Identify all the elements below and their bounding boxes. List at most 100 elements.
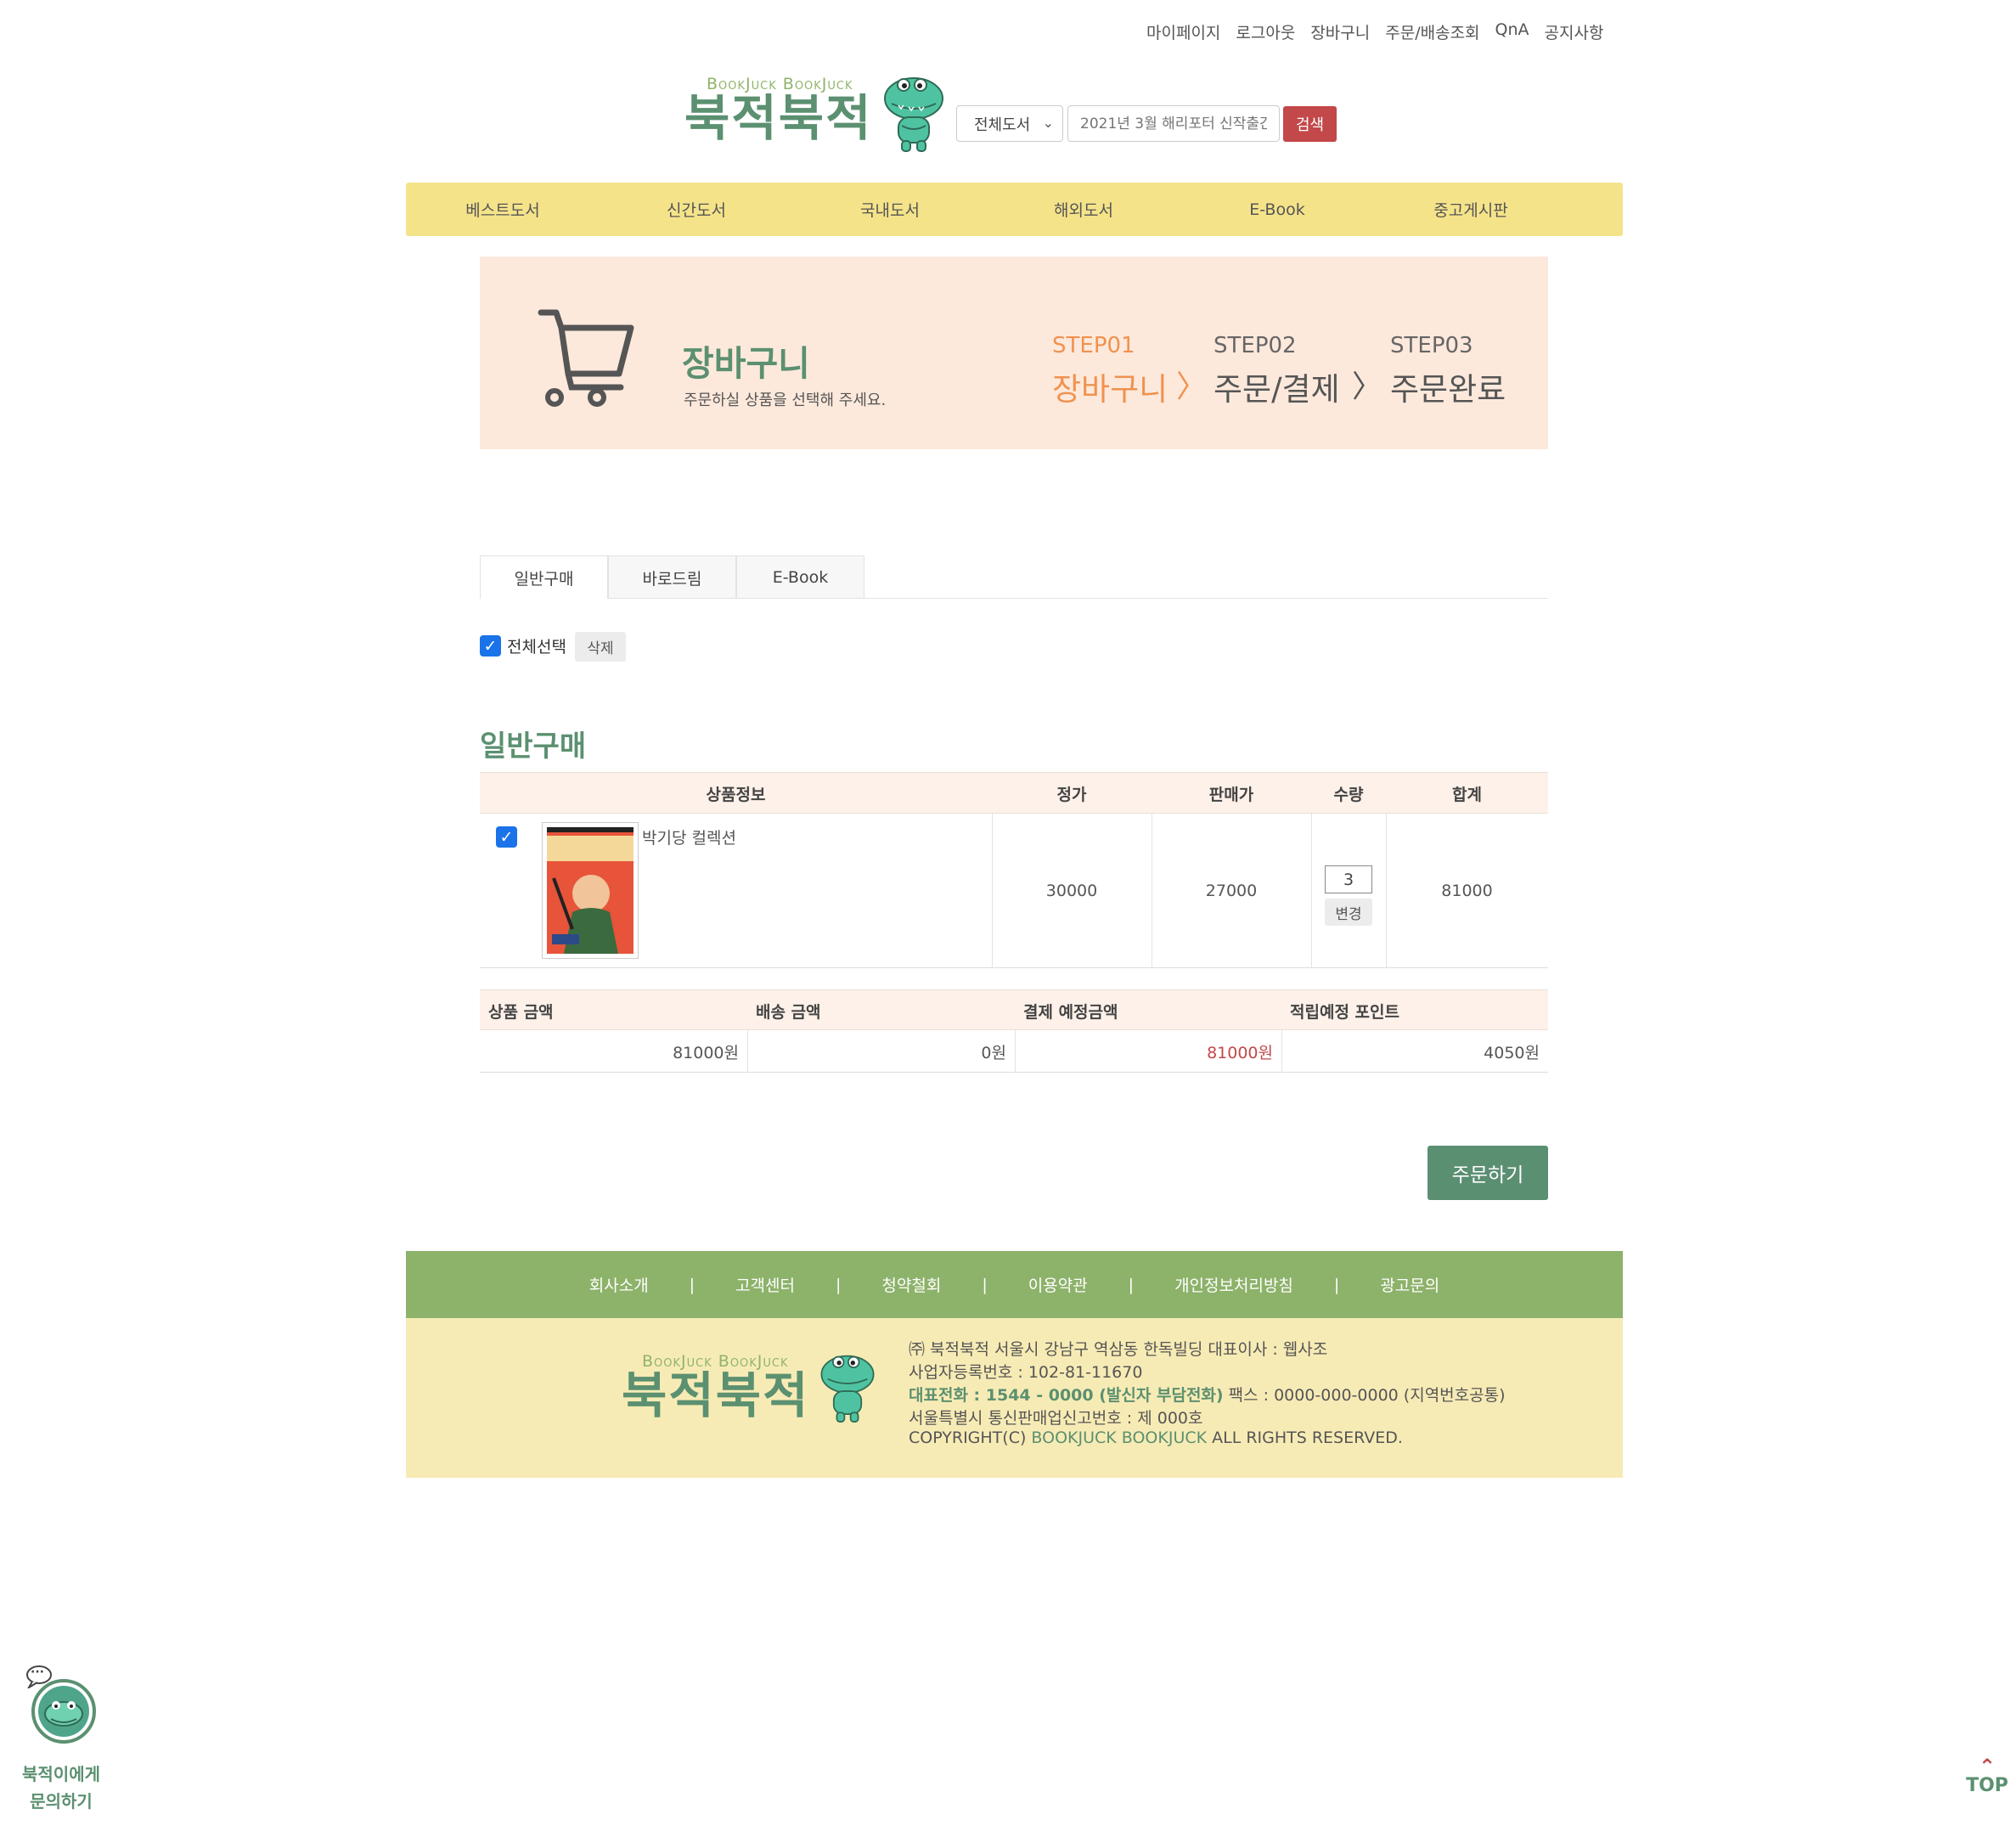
delete-button[interactable]: 삭제 xyxy=(575,632,626,662)
footer-links: 회사소개 | 고객센터 | 청약철회 | 이용약관 | 개인정보처리방침 | 광… xyxy=(406,1251,1623,1318)
footer-fax: 팩스 : 0000-000-0000 (지역번호공통) xyxy=(1223,1386,1506,1405)
book-cover-art xyxy=(547,827,634,954)
copyright-brand: BOOKJUCK BOOKJUCK xyxy=(1031,1428,1208,1447)
nav-used-board[interactable]: 중고게시판 xyxy=(1374,198,1568,221)
tab-general[interactable]: 일반구매 xyxy=(480,555,608,599)
scroll-top-button[interactable]: ⌃ TOP xyxy=(1962,1755,2013,1796)
page-subtitle: 주문하실 상품을 선택해 주세요. xyxy=(684,392,887,409)
logo-title: 북적북적 xyxy=(684,89,873,147)
link-logout[interactable]: 로그아웃 xyxy=(1236,20,1295,43)
footer-info: BookJuck BookJuck 북적북적 ㈜ 북적북적 서울시 강남구 역삼… xyxy=(406,1318,1623,1478)
step-2-number: STEP02 xyxy=(1214,333,1297,358)
footer-separator: | xyxy=(982,1275,988,1294)
link-order-tracking[interactable]: 주문/배송조회 xyxy=(1385,20,1479,43)
select-all-label: 전체선택 xyxy=(507,638,566,656)
item-title[interactable]: 박기당 컬렉션 xyxy=(642,826,736,848)
summary-product-amount: 81000원 xyxy=(673,1043,739,1062)
footer-link-terms[interactable]: 이용약관 xyxy=(1028,1273,1088,1296)
summary-header-shipping: 배송 금액 xyxy=(756,1002,821,1022)
tab-baro-dream[interactable]: 바로드림 xyxy=(608,555,736,599)
step-banner: 장바구니 주문하실 상품을 선택해 주세요. STEP01 장바구니 〉 STE… xyxy=(480,256,1548,449)
footer-contact: 대표전화 : 1544 - 0000 (발신자 부담전화) 팩스 : 0000-… xyxy=(909,1383,1506,1406)
tab-ebook[interactable]: E-Book xyxy=(736,555,864,599)
footer-link-privacy[interactable]: 개인정보처리방침 xyxy=(1174,1273,1293,1296)
step-1-name: 장바구니 xyxy=(1052,371,1168,408)
link-notice[interactable]: 공지사항 xyxy=(1545,20,1604,43)
nav-best[interactable]: 베스트도서 xyxy=(406,198,600,221)
step-arrow-1: 〉 xyxy=(1176,369,1208,404)
step-3-number: STEP03 xyxy=(1390,333,1473,358)
footer-link-support[interactable]: 고객센터 xyxy=(735,1273,795,1296)
footer-separator: | xyxy=(1128,1275,1135,1294)
crocodile-mascot-icon xyxy=(820,1355,875,1423)
nav-ebook[interactable]: E-Book xyxy=(1180,200,1374,219)
search-category-select[interactable]: 전체도서 ⌄ xyxy=(956,105,1063,142)
footer-mail-order: 서울특별시 통신판매업신고번호 : 제 000호 xyxy=(909,1409,1203,1428)
purchase-tabs: 일반구매 바로드림 E-Book xyxy=(480,555,864,599)
scroll-top-label: TOP xyxy=(1966,1775,2008,1796)
step-3: STEP03 주문완료 xyxy=(1390,333,1506,409)
footer-link-ads[interactable]: 광고문의 xyxy=(1380,1273,1439,1296)
page-title: 장바구니 xyxy=(682,343,810,384)
footer-link-withdrawal[interactable]: 청약철회 xyxy=(881,1273,941,1296)
footer-phone: 대표전화 : 1544 - 0000 (발신자 부담전화) xyxy=(909,1386,1224,1405)
summary-row: 81000원 0원 81000원 4050원 xyxy=(480,1030,1548,1073)
chat-widget[interactable]: ··· xyxy=(25,1665,102,1750)
section-title: 일반구매 xyxy=(480,730,587,764)
chat-label-line2: 문의하기 xyxy=(30,1791,93,1812)
footer-separator: | xyxy=(836,1275,842,1294)
copyright-prefix: COPYRIGHT(C) xyxy=(909,1428,1032,1447)
header-quantity: 수량 xyxy=(1333,786,1364,804)
cart-icon xyxy=(538,309,634,407)
quantity-change-button[interactable]: 변경 xyxy=(1325,899,1372,926)
link-qna[interactable]: QnA xyxy=(1495,20,1529,43)
chevron-up-icon: ⌃ xyxy=(1978,1755,1996,1778)
quantity-input[interactable]: 3 xyxy=(1325,865,1372,893)
summary-payment-amount: 81000원 xyxy=(1207,1043,1273,1062)
book-cover-image[interactable] xyxy=(542,822,639,959)
header-sale-price: 판매가 xyxy=(1208,786,1254,804)
step-1: STEP01 장바구니 xyxy=(1052,333,1168,409)
column-divider xyxy=(1311,814,1312,968)
copyright-suffix: ALL RIGHTS RESERVED. xyxy=(1207,1428,1403,1447)
step-3-name: 주문완료 xyxy=(1390,371,1506,408)
summary-shipping-amount: 0원 xyxy=(981,1043,1006,1062)
summary-header: 상품 금액 배송 금액 결제 예정금액 적립예정 포인트 xyxy=(480,989,1548,1030)
item-checkbox[interactable]: ✓ xyxy=(496,826,517,848)
header-total: 합계 xyxy=(1452,786,1482,804)
main-nav: 베스트도서 신간도서 국내도서 해외도서 E-Book 중고게시판 xyxy=(406,183,1623,236)
crocodile-mascot-icon xyxy=(31,1679,96,1744)
footer-company: ㈜ 북적북적 서울시 강남구 역삼동 한독빌딩 대표이사 : 웹사조 xyxy=(909,1340,1328,1359)
footer-biz-no: 사업자등록번호 : 102-81-11670 xyxy=(909,1363,1143,1382)
chevron-down-icon: ⌄ xyxy=(1042,115,1054,131)
nav-foreign[interactable]: 해외도서 xyxy=(987,198,1180,221)
cart-table-header: 상품정보 정가 판매가 수량 합계 xyxy=(480,772,1548,814)
top-links: 마이페이지 로그아웃 장바구니 주문/배송조회 QnA 공지사항 xyxy=(1146,20,1603,43)
nav-domestic[interactable]: 국내도서 xyxy=(793,198,987,221)
header-list-price: 정가 xyxy=(1056,786,1087,804)
summary-header-payment: 결제 예정금액 xyxy=(1023,1002,1118,1022)
footer-separator: | xyxy=(689,1275,695,1294)
step-1-number: STEP01 xyxy=(1052,333,1135,358)
item-sale-price: 27000 xyxy=(1205,882,1258,900)
tabs-divider xyxy=(608,598,1548,599)
order-button[interactable]: 주문하기 xyxy=(1428,1146,1548,1200)
search-input[interactable] xyxy=(1067,105,1280,142)
link-cart[interactable]: 장바구니 xyxy=(1310,20,1370,43)
link-mypage[interactable]: 마이페이지 xyxy=(1146,20,1220,43)
step-arrow-2: 〉 xyxy=(1352,369,1383,404)
item-list-price: 30000 xyxy=(1045,882,1098,900)
summary-header-points: 적립예정 포인트 xyxy=(1290,1002,1399,1022)
footer-link-company[interactable]: 회사소개 xyxy=(589,1273,649,1296)
search-button[interactable]: 검색 xyxy=(1283,106,1337,142)
summary-points: 4050원 xyxy=(1484,1043,1540,1062)
footer-logo: BookJuck BookJuck 북적북적 xyxy=(622,1352,825,1428)
footer-separator: | xyxy=(1333,1275,1340,1294)
chat-label[interactable]: 북적이에게 문의하기 xyxy=(15,1761,107,1815)
step-2-name: 주문/결제 xyxy=(1214,371,1340,408)
header-product-info: 상품정보 xyxy=(706,786,766,804)
table-row: ✓ 박기당 컬렉션 30000 27000 3 변경 81000 xyxy=(480,814,1548,968)
footer-logo-title: 북적북적 xyxy=(622,1366,810,1424)
nav-new[interactable]: 신간도서 xyxy=(600,198,793,221)
select-all-checkbox[interactable]: ✓ xyxy=(480,635,501,656)
